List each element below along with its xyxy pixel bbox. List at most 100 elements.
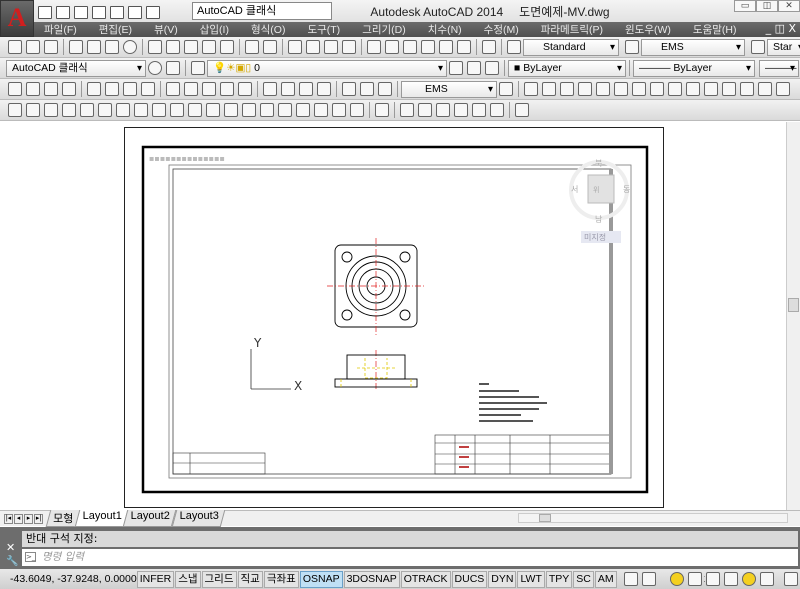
minimize-button[interactable]: ▭: [734, 0, 756, 12]
break-icon[interactable]: [722, 82, 736, 96]
status-toggle-3dosnap[interactable]: 3DOSNAP: [343, 570, 400, 588]
point-icon[interactable]: [242, 103, 256, 117]
vertical-scrollbar[interactable]: [786, 122, 800, 510]
menu-item[interactable]: 형식(O): [251, 22, 285, 37]
pan-icon[interactable]: [288, 40, 302, 54]
menu-item[interactable]: 삽입(I): [200, 22, 229, 37]
polygon-icon[interactable]: [62, 103, 76, 117]
menu-item[interactable]: 파일(F): [44, 22, 77, 37]
vertical-scroll-thumb[interactable]: [788, 298, 799, 312]
status-toggle-infer[interactable]: INFER: [136, 570, 175, 588]
construction-line-icon[interactable]: [26, 103, 40, 117]
properties-icon[interactable]: [367, 40, 381, 54]
command-input[interactable]: >_ 명령 입력: [22, 549, 798, 566]
layout-tab[interactable]: Layout1: [74, 510, 129, 527]
gradient-icon[interactable]: [278, 103, 292, 117]
multiline-text-icon[interactable]: [332, 103, 346, 117]
region-icon[interactable]: [296, 103, 310, 117]
markup-icon[interactable]: [439, 40, 453, 54]
new-icon[interactable]: [8, 40, 22, 54]
arc-icon[interactable]: [98, 103, 112, 117]
tool-palettes-icon[interactable]: [403, 40, 417, 54]
coordinates-readout[interactable]: -43.6049, -37.9248, 0.0000: [0, 573, 137, 585]
trim-icon[interactable]: [686, 82, 700, 96]
add-selected-icon[interactable]: [350, 103, 364, 117]
continue-icon[interactable]: [202, 82, 216, 96]
clean-screen-icon[interactable]: [166, 61, 180, 75]
ucs-face-icon[interactable]: [436, 103, 450, 117]
workspace-toolbar-dropdown[interactable]: AutoCAD 클래식: [6, 59, 146, 77]
status-toggle-스냅[interactable]: 스냅: [175, 570, 201, 588]
ucs-origin-icon[interactable]: [490, 103, 504, 117]
polyline-icon[interactable]: [44, 103, 58, 117]
dim-text-edit-icon[interactable]: [360, 82, 374, 96]
copy-icon[interactable]: [542, 82, 556, 96]
rectangle-icon[interactable]: [80, 103, 94, 117]
table-style-icon[interactable]: [751, 40, 765, 54]
array-icon[interactable]: [596, 82, 610, 96]
dim-update-icon[interactable]: [378, 82, 392, 96]
dim-break-icon[interactable]: [238, 82, 252, 96]
offset-icon[interactable]: [578, 82, 592, 96]
status-toggle-lwt[interactable]: LWT: [517, 570, 545, 588]
calculator-icon[interactable]: [457, 40, 471, 54]
copy-icon[interactable]: [166, 40, 180, 54]
undo-icon[interactable]: [245, 40, 259, 54]
jogged-linear-icon[interactable]: [317, 82, 331, 96]
viewcube[interactable]: 위 북 서 동 남 미지정: [569, 159, 630, 243]
open-icon[interactable]: [26, 40, 40, 54]
horizontal-scroll-thumb[interactable]: [539, 514, 551, 522]
diameter-icon[interactable]: [123, 82, 137, 96]
first-tab-button[interactable]: |◂: [4, 513, 13, 524]
jogged-icon[interactable]: [105, 82, 119, 96]
annotation-scale-icon[interactable]: [687, 572, 702, 586]
move-icon[interactable]: [614, 82, 628, 96]
mirror-icon[interactable]: [560, 82, 574, 96]
linetype-dropdown[interactable]: ——— ByLayer: [633, 59, 755, 77]
layer-previous-icon[interactable]: [467, 61, 481, 75]
ucs-object-icon[interactable]: [454, 103, 468, 117]
sheet-set-icon[interactable]: [421, 40, 435, 54]
insert-block-icon[interactable]: [206, 103, 220, 117]
status-toggle-otrack[interactable]: OTRACK: [400, 570, 451, 588]
zoom-realtime-icon[interactable]: [306, 40, 320, 54]
quick-view-layouts-icon[interactable]: [641, 572, 656, 586]
menu-item[interactable]: 편집(E): [99, 22, 132, 37]
angular-icon[interactable]: [141, 82, 155, 96]
tolerance-icon[interactable]: [263, 82, 277, 96]
layout-tab[interactable]: Layout3: [171, 510, 225, 527]
lineweight-dropdown[interactable]: ———: [759, 59, 799, 77]
spline-icon[interactable]: [152, 103, 166, 117]
horizontal-scrollbar[interactable]: [518, 513, 788, 523]
ucs-view-icon[interactable]: [472, 103, 486, 117]
fillet-icon[interactable]: [776, 82, 790, 96]
close-command-line-icon[interactable]: ✕: [6, 541, 15, 554]
stretch-icon[interactable]: [668, 82, 682, 96]
ellipse-icon[interactable]: [170, 103, 184, 117]
aligned-dim-icon[interactable]: [26, 82, 40, 96]
zoom-window-icon[interactable]: [324, 40, 338, 54]
dim-style-icon[interactable]: [625, 40, 639, 54]
erase-icon[interactable]: [524, 82, 538, 96]
quick-dim-icon[interactable]: [166, 82, 180, 96]
status-toggle-am[interactable]: AM: [594, 570, 617, 588]
linear-dim-icon[interactable]: [8, 82, 22, 96]
paste-icon[interactable]: [184, 40, 198, 54]
baseline-icon[interactable]: [184, 82, 198, 96]
publish-icon[interactable]: [105, 40, 119, 54]
zoom-previous-icon[interactable]: [342, 40, 356, 54]
hatch-icon[interactable]: [260, 103, 274, 117]
next-tab-button[interactable]: ▸: [24, 513, 33, 524]
arc-length-icon[interactable]: [44, 82, 58, 96]
cut-icon[interactable]: [148, 40, 162, 54]
status-toggle-극좌표[interactable]: 극좌표: [263, 570, 299, 588]
table-style-dropdown[interactable]: Star: [767, 38, 800, 56]
status-toggle-직교[interactable]: 직교: [237, 570, 263, 588]
dim-style-dropdown[interactable]: EMS: [641, 38, 745, 56]
status-toggle-ducs[interactable]: DUCS: [451, 570, 488, 588]
match-properties-icon[interactable]: [202, 40, 216, 54]
ordinate-icon[interactable]: [62, 82, 76, 96]
join-icon[interactable]: [740, 82, 754, 96]
layout-tab[interactable]: Layout2: [123, 510, 177, 527]
save-icon[interactable]: [44, 40, 58, 54]
